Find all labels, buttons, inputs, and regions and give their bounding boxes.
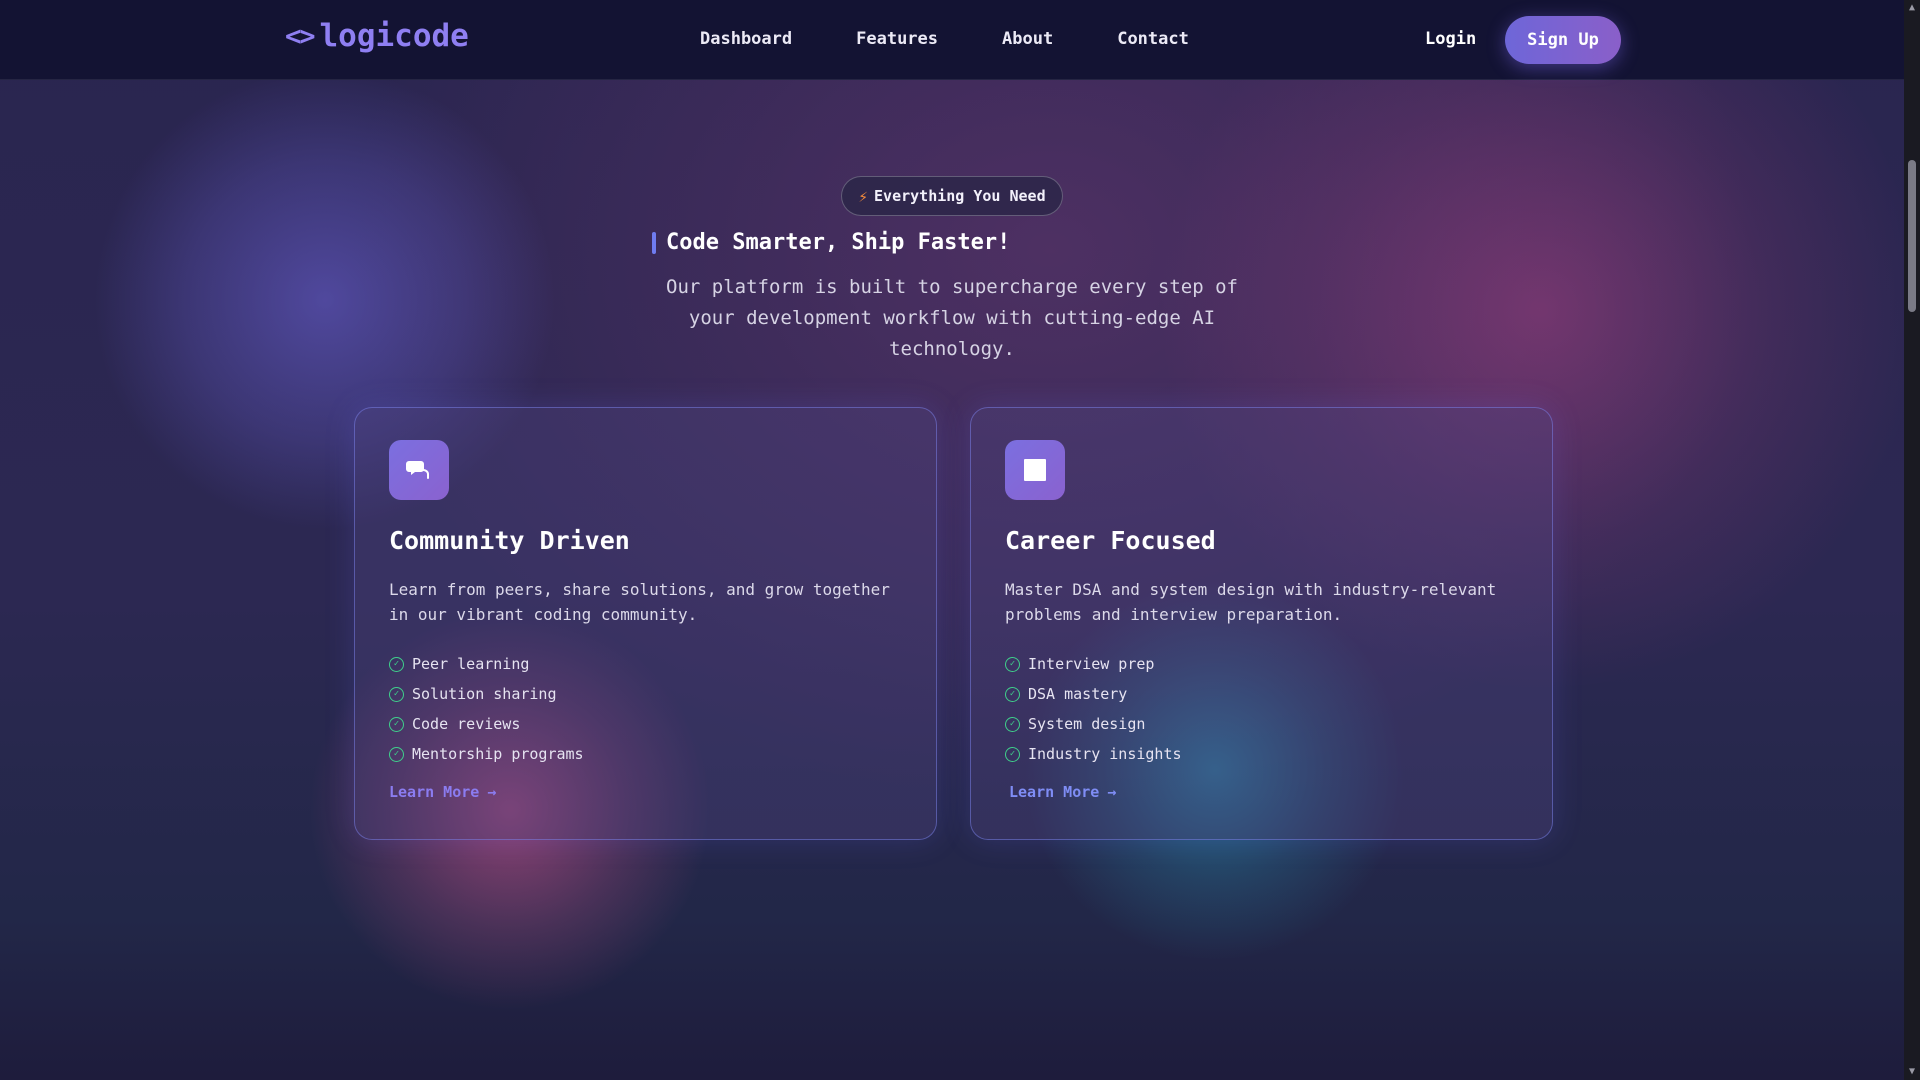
feature-label: Solution sharing [412, 685, 557, 703]
feature-label: DSA mastery [1028, 685, 1128, 703]
check-circle-icon: ✓ [389, 716, 404, 732]
section-subtitle: Our platform is built to supercharge eve… [666, 276, 1238, 360]
heading-text: Code Smarter, Ship Faster! [666, 230, 1011, 255]
section-heading: Code Smarter, Ship Faster! [652, 230, 1010, 255]
feature-item: ✓ Mentorship programs [389, 739, 902, 769]
learn-more-label: Learn More [389, 783, 480, 801]
heading-accent-bar [652, 231, 656, 254]
feature-label: Interview prep [1028, 655, 1155, 673]
card-description: Master DSA and system design with indust… [1005, 580, 1497, 624]
check-circle-icon: ✓ [389, 686, 404, 702]
arrow-right-icon: → [487, 783, 497, 801]
feature-item: ✓ Code reviews [389, 709, 902, 739]
badge-label: Everything You Need [874, 187, 1046, 205]
scrollbar-thumb[interactable] [1908, 160, 1916, 312]
arrow-right-icon: → [1107, 783, 1117, 801]
nav-links: Dashboard Features About Contact [700, 29, 1189, 49]
nav-link-about[interactable]: About [1002, 29, 1053, 49]
code-brackets-icon: <> [285, 20, 315, 52]
section-badge: ⚡ Everything You Need [841, 176, 1063, 216]
feature-label: Industry insights [1028, 745, 1182, 763]
feature-item: ✓ Solution sharing [389, 679, 902, 709]
lightning-bolt-icon: ⚡ [858, 186, 869, 206]
scroll-up-arrow-icon[interactable]: ▲ [1907, 3, 1917, 13]
check-circle-icon: ✓ [1005, 716, 1020, 732]
card-description: Learn from peers, share solutions, and g… [389, 580, 890, 624]
learn-more-label: Learn More [1009, 783, 1100, 801]
nav-link-features[interactable]: Features [856, 29, 938, 49]
feature-label: System design [1028, 715, 1146, 733]
feature-item: ✓ Industry insights [1005, 739, 1518, 769]
signup-button[interactable]: Sign Up [1505, 16, 1621, 64]
logo[interactable]: <> logicode [285, 18, 469, 54]
feature-item: ✓ System design [1005, 709, 1518, 739]
feature-item: ✓ DSA mastery [1005, 679, 1518, 709]
navbar: <> logicode Dashboard Features About Con… [0, 0, 1904, 80]
learn-more-link[interactable]: Learn More → [1009, 783, 1116, 801]
feature-label: Peer learning [412, 655, 530, 673]
check-circle-icon: ✓ [389, 746, 404, 762]
feature-label: Mentorship programs [412, 745, 584, 763]
learn-more-link[interactable]: Learn More → [389, 783, 496, 801]
feature-card-community: Community Driven Learn from peers, share… [354, 407, 937, 840]
feature-list: ✓ Peer learning ✓ Solution sharing ✓ Code r… [389, 649, 902, 769]
check-circle-icon: ✓ [1005, 686, 1020, 702]
scroll-down-arrow-icon[interactable]: ▼ [1907, 1067, 1917, 1077]
chat-bubbles-icon [389, 440, 449, 500]
check-circle-icon: ✓ [389, 656, 404, 672]
feature-item: ✓ Peer learning [389, 649, 902, 679]
feature-item: ✓ Interview prep [1005, 649, 1518, 679]
login-link[interactable]: Login [1425, 29, 1476, 49]
feature-list: ✓ Interview prep ✓ DSA mastery ✓ System des… [1005, 649, 1518, 769]
vertical-scrollbar[interactable]: ▲ ▼ [1904, 0, 1920, 1080]
nav-link-contact[interactable]: Contact [1117, 29, 1189, 49]
background-glow [0, 0, 1920, 1080]
feature-card-career: Career Focused Master DSA and system des… [970, 407, 1553, 840]
logo-text: logicode [319, 18, 469, 54]
check-circle-icon: ✓ [1005, 656, 1020, 672]
card-title: Community Driven [389, 526, 630, 555]
feature-label: Code reviews [412, 715, 521, 733]
card-title: Career Focused [1005, 526, 1216, 555]
check-circle-icon: ✓ [1005, 746, 1020, 762]
nav-link-dashboard[interactable]: Dashboard [700, 29, 792, 49]
square-icon [1005, 440, 1065, 500]
